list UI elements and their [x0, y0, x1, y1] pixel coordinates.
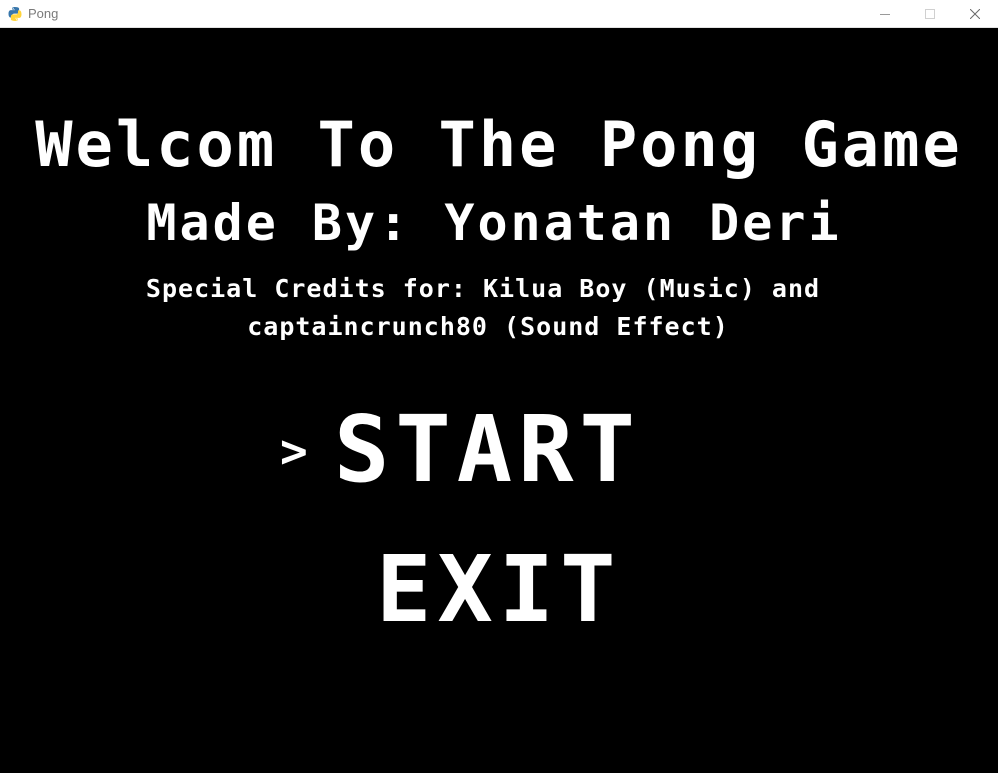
maximize-button[interactable] [907, 0, 953, 28]
pong-window: Pong Welcom To The Pong Game Made By: Yo… [0, 0, 998, 773]
title-bar[interactable]: Pong [0, 0, 998, 28]
window-title: Pong [28, 6, 59, 21]
close-button[interactable] [952, 0, 998, 28]
maximize-icon [925, 9, 935, 19]
minimize-button[interactable] [862, 0, 908, 28]
made-by-text: Made By: Yonatan Deri [146, 194, 842, 252]
python-icon [7, 6, 23, 22]
credits-line-2: captaincrunch80 (Sound Effect) [247, 312, 729, 341]
credits-line-1: Special Credits for: Kilua Boy (Music) a… [145, 274, 821, 303]
game-canvas[interactable]: Welcom To The Pong Game Made By: Yonatan… [0, 28, 998, 773]
close-icon [970, 9, 980, 19]
start-menu-item[interactable]: START [334, 400, 641, 500]
exit-menu-item[interactable]: EXIT [376, 540, 622, 640]
menu-selector-icon: > [280, 424, 308, 478]
welcome-heading: Welcom To The Pong Game [35, 108, 963, 181]
minimize-icon [880, 9, 890, 19]
